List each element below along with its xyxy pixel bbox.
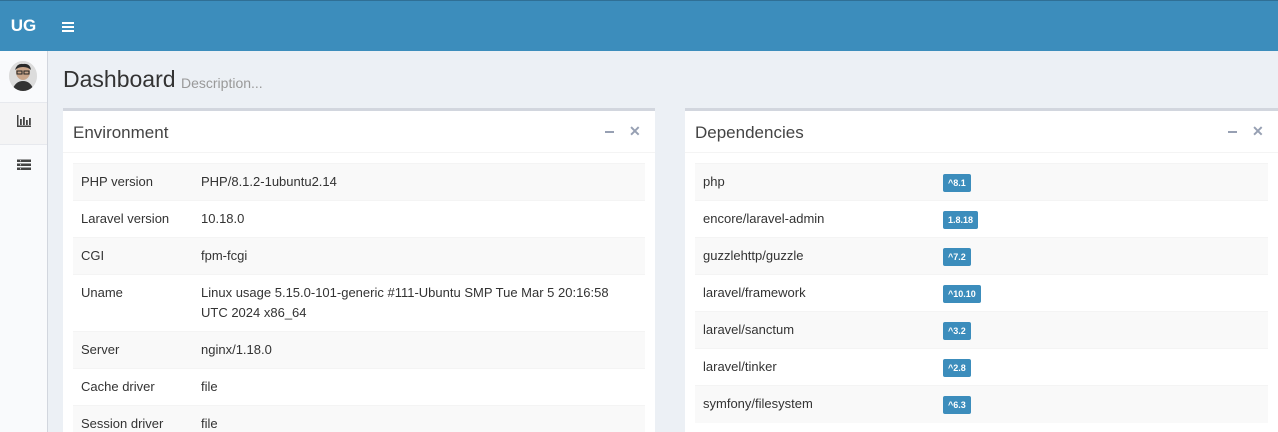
env-value: Linux usage 5.15.0-101-generic #111-Ubun… [193, 274, 645, 332]
page-title: Dashboard [63, 66, 176, 92]
dependencies-panel: Dependencies ✕ php ^8.1 encore/laravel-a… [685, 108, 1278, 432]
table-row: laravel/tinker ^2.8 [695, 348, 1268, 386]
dependencies-table: php ^8.1 encore/laravel-admin 1.8.18 guz… [695, 162, 1268, 423]
package-name: laravel/framework [695, 274, 935, 312]
sidebar [0, 51, 48, 432]
minus-icon[interactable] [605, 131, 614, 133]
env-value: file [193, 368, 645, 406]
env-value: fpm-fcgi [193, 237, 645, 275]
table-row: laravel/framework ^10.10 [695, 274, 1268, 312]
bar-chart-icon [16, 114, 32, 133]
table-row: Uname Linux usage 5.15.0-101-generic #11… [73, 274, 645, 332]
table-row: php ^8.1 [695, 162, 1268, 201]
page-description: Description... [181, 75, 263, 91]
table-row: CGI fpm-fcgi [73, 237, 645, 275]
env-key: PHP version [73, 163, 193, 201]
table-row: Laravel version 10.18.0 [73, 200, 645, 238]
package-name: laravel/tinker [695, 348, 935, 386]
hamburger-menu-icon[interactable] [54, 14, 80, 40]
version-badge: 1.8.18 [943, 211, 979, 230]
environment-panel: Environment ✕ PHP version PHP/8.1.2-1ubu… [63, 108, 655, 432]
close-icon[interactable]: ✕ [1252, 123, 1264, 140]
table-row: laravel/sanctum ^3.2 [695, 311, 1268, 349]
dependencies-panel-header: Dependencies ✕ [685, 111, 1278, 153]
sidebar-item-dashboard[interactable] [0, 102, 47, 145]
table-row: Cache driver file [73, 368, 645, 406]
env-value: nginx/1.18.0 [193, 331, 645, 369]
env-key: Laravel version [73, 200, 193, 238]
table-row: Server nginx/1.18.0 [73, 331, 645, 369]
version-badge: ^10.10 [943, 285, 981, 304]
environment-panel-title: Environment [73, 123, 169, 142]
environment-table: PHP version PHP/8.1.2-1ubuntu2.14 Larave… [73, 163, 645, 432]
env-key: CGI [73, 237, 193, 275]
list-icon [16, 158, 31, 176]
dependencies-panel-title: Dependencies [695, 123, 804, 142]
version-badge: ^6.3 [943, 396, 971, 415]
package-name: guzzlehttp/guzzle [695, 237, 935, 275]
env-key: Server [73, 331, 193, 369]
package-name: laravel/sanctum [695, 311, 935, 349]
package-name: encore/laravel-admin [695, 200, 935, 238]
env-value: 10.18.0 [193, 200, 645, 238]
environment-panel-header: Environment ✕ [63, 111, 655, 153]
version-badge: ^3.2 [943, 322, 971, 341]
version-badge: ^7.2 [943, 248, 971, 267]
table-row: PHP version PHP/8.1.2-1ubuntu2.14 [73, 163, 645, 201]
package-name: php [695, 162, 935, 201]
env-key: Cache driver [73, 368, 193, 406]
logo[interactable]: UG [0, 1, 47, 51]
table-row: guzzlehttp/guzzle ^7.2 [695, 237, 1268, 275]
minus-icon[interactable] [1228, 131, 1237, 133]
env-value: PHP/8.1.2-1ubuntu2.14 [193, 163, 645, 201]
env-key: Session driver [73, 405, 193, 432]
avatar[interactable] [9, 61, 37, 91]
table-row: Session driver file [73, 405, 645, 432]
close-icon[interactable]: ✕ [629, 123, 641, 140]
env-value: file [193, 405, 645, 432]
package-name: symfony/filesystem [695, 385, 935, 423]
top-navbar: UG [0, 0, 1278, 51]
table-row: symfony/filesystem ^6.3 [695, 385, 1268, 423]
env-key: Uname [73, 274, 193, 332]
sidebar-item-admin[interactable] [0, 145, 47, 188]
table-row: encore/laravel-admin 1.8.18 [695, 200, 1268, 238]
version-badge: ^2.8 [943, 359, 971, 378]
version-badge: ^8.1 [943, 174, 971, 193]
